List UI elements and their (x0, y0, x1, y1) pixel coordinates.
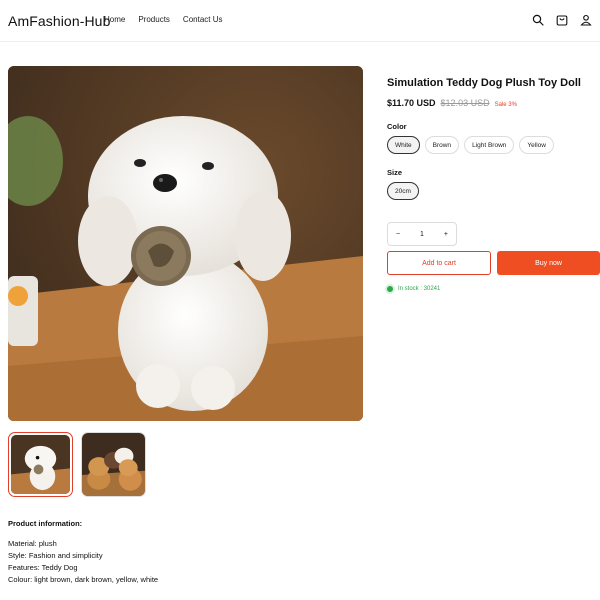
cart-icon[interactable] (556, 14, 568, 26)
quantity-stepper: − 1 + (387, 222, 457, 246)
color-option-yellow[interactable]: Yellow (519, 136, 554, 154)
stock-text: In stock : 30241 (398, 286, 441, 292)
product-title: Simulation Teddy Dog Plush Toy Doll (387, 77, 581, 89)
color-option-white[interactable]: White (387, 136, 420, 154)
color-options: White Brown Light Brown Yellow (387, 136, 600, 154)
product-info-heading: Product information: (8, 519, 83, 528)
product-info-line: Features: Teddy Dog (8, 563, 78, 572)
main-nav: Home Products Contact Us (104, 15, 223, 24)
product-information: Product information: Material: plush Sty… (8, 518, 158, 586)
thumbnail-1[interactable] (8, 432, 73, 497)
size-label: Size (387, 168, 403, 177)
stock-indicator-icon (387, 286, 393, 292)
stock-status: In stock : 30241 (387, 286, 600, 292)
decrease-quantity-button[interactable]: − (396, 231, 400, 238)
nav-products[interactable]: Products (138, 15, 170, 24)
search-icon[interactable] (532, 14, 544, 26)
thumbnail-strip (8, 432, 146, 497)
add-to-cart-button[interactable]: Add to cart (387, 251, 491, 275)
product-panel: Simulation Teddy Dog Plush Toy Doll $11.… (387, 76, 600, 292)
product-info-line: Style: Fashion and simplicity (8, 551, 103, 560)
nav-contact[interactable]: Contact Us (183, 15, 223, 24)
color-option-brown[interactable]: Brown (424, 136, 460, 154)
current-price: $11.70 USD (387, 98, 436, 108)
purchase-actions: Add to cart Buy now (387, 251, 600, 275)
price-row: $11.70 USD $12.03 USD Sale 3% (387, 98, 600, 108)
color-option-light-brown[interactable]: Light Brown (464, 136, 515, 154)
thumbnail-2[interactable] (81, 432, 146, 497)
header-icons (532, 14, 592, 26)
site-header: AmFashion-Hub Home Products Contact Us (0, 0, 600, 42)
increase-quantity-button[interactable]: + (444, 231, 448, 238)
color-label: Color (387, 122, 407, 131)
quantity-value[interactable]: 1 (420, 231, 424, 238)
user-icon[interactable] (580, 14, 592, 26)
sale-badge: Sale 3% (494, 102, 517, 108)
product-main-image (8, 66, 363, 421)
product-info-line: Material: plush (8, 539, 57, 548)
original-price: $12.03 USD (440, 98, 490, 108)
size-option-20cm[interactable]: 20cm (387, 182, 419, 200)
product-info-line: Colour: light brown, dark brown, yellow,… (8, 575, 159, 584)
size-options: 20cm (387, 182, 600, 200)
brand-logo[interactable]: AmFashion-Hub (8, 13, 110, 29)
nav-home[interactable]: Home (104, 15, 125, 24)
buy-now-button[interactable]: Buy now (497, 251, 600, 275)
